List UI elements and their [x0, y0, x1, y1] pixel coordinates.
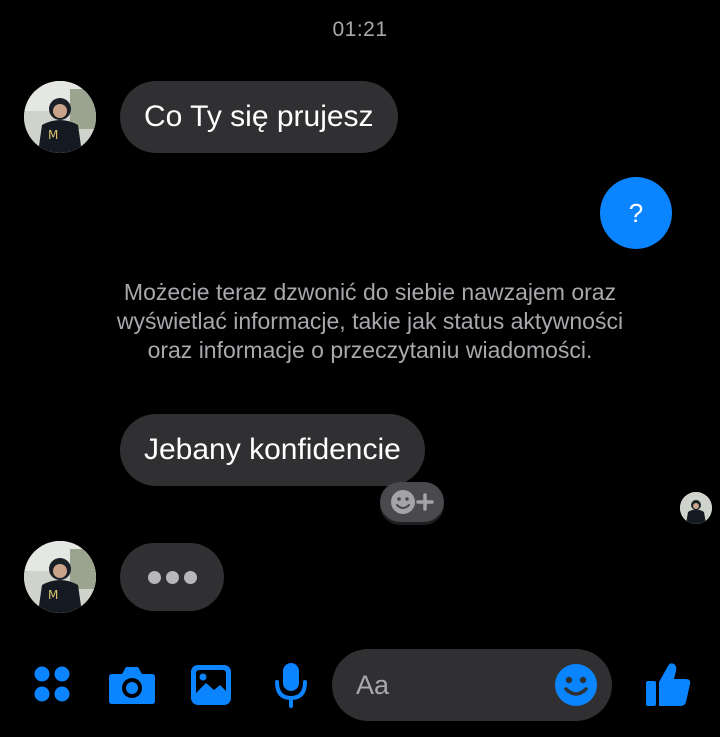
avatar-photo: M: [24, 81, 96, 153]
message-input-placeholder: Aa: [356, 670, 390, 700]
typing-dot: [184, 571, 197, 584]
read-receipt-avatar: [680, 492, 712, 524]
typing-dot: [148, 571, 161, 584]
privacy-notice: Możecie teraz dzwonić do siebie nawzajem…: [116, 279, 624, 363]
typing-indicator: [120, 543, 224, 611]
emoji-icon[interactable]: [554, 663, 598, 707]
incoming-message-bubble[interactable]: Jebany konfidencie: [120, 414, 425, 486]
incoming-message-bubble[interactable]: Co Ty się prujesz: [120, 81, 398, 153]
menu-icon[interactable]: [32, 664, 72, 704]
svg-text:M: M: [48, 588, 58, 602]
avatar-photo: [680, 492, 712, 524]
image-icon[interactable]: [190, 664, 232, 706]
outgoing-message-bubble[interactable]: ?: [600, 177, 672, 249]
svg-text:M: M: [48, 128, 58, 142]
thumbs-up-icon[interactable]: [644, 660, 692, 708]
contact-avatar[interactable]: M: [24, 541, 96, 613]
add-reaction-button[interactable]: [380, 482, 444, 522]
message-input[interactable]: Aa: [332, 649, 612, 721]
message-timestamp: 01:21: [332, 18, 388, 41]
camera-icon[interactable]: [108, 664, 156, 706]
contact-avatar[interactable]: M: [24, 81, 96, 153]
microphone-icon[interactable]: [274, 662, 308, 708]
add-reaction-icon: [391, 490, 434, 514]
typing-dot: [166, 571, 179, 584]
chat-screen: 01:21 M Co Ty się prujesz ? Możecie tera…: [0, 0, 720, 737]
avatar-photo: M: [24, 541, 96, 613]
